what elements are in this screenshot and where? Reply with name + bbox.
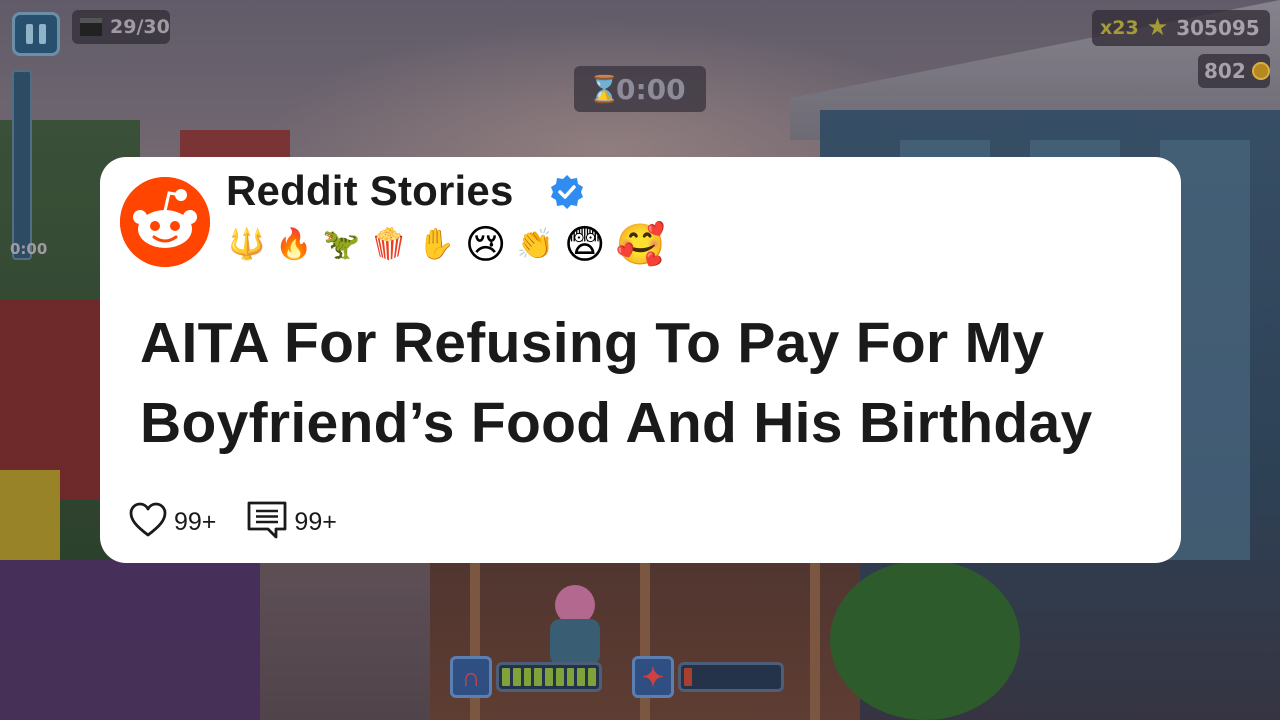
emoji: ✋ [417, 227, 455, 262]
like-button[interactable]: 99+ [128, 502, 216, 543]
powerup-bar-segment [566, 668, 575, 686]
timer-badge: ⌛ 0:00 [574, 66, 706, 112]
reddit-snoo-icon [120, 177, 210, 267]
emoji: 🔱 [228, 227, 266, 262]
powerup-bar-segment [577, 668, 586, 686]
emoji: 😢 [464, 222, 507, 268]
powerup-bar-segment [512, 668, 521, 686]
score-badge: x23 ★ 305095 [1092, 10, 1270, 46]
magnet-icon: ∩ [450, 656, 492, 698]
verified-badge-icon [549, 174, 585, 210]
powerup-bar [678, 662, 784, 692]
powerup-jetpack: ✦ [632, 656, 784, 698]
emoji: 🍿 [370, 227, 408, 262]
emoji: 👏 [516, 227, 554, 262]
pause-icon [39, 24, 46, 44]
coin-count: 802 [1204, 59, 1246, 83]
coin-icon [1251, 62, 1270, 80]
side-timer: 0:00 [10, 240, 47, 258]
score: 305095 [1176, 16, 1260, 40]
powerup-magnet: ∩ [450, 656, 602, 698]
channel-name: Reddit Stories [226, 167, 514, 214]
emoji: 🥰 [615, 222, 666, 268]
powerup-bar-segment [555, 668, 564, 686]
timer-text: 0:00 [616, 72, 686, 106]
comment-icon [246, 500, 288, 545]
clapperboard-icon [80, 18, 102, 36]
multiplier: x23 [1100, 17, 1139, 39]
heart-icon [128, 502, 168, 543]
pause-icon [26, 24, 33, 44]
powerup-bar-segment [545, 668, 553, 686]
comment-count: 99+ [294, 508, 337, 536]
side-meter [12, 70, 32, 260]
powerup-bar-segment [502, 668, 510, 686]
powerup-bar-segment [684, 668, 692, 686]
powerup-bar-segment [523, 668, 532, 686]
clips-count: 29/30 [110, 16, 170, 38]
emoji: 😨 [563, 222, 606, 268]
post-stats: 99+ 99+ [128, 500, 367, 545]
hourglass-icon: ⌛ [588, 74, 621, 104]
post-title: AITA For Refusing To Pay For My Boyfrien… [140, 311, 1093, 455]
like-count: 99+ [174, 508, 217, 536]
emoji: 🔥 [275, 227, 313, 262]
emoji-row: 🔱 🔥 🦖 🍿 ✋ 😢 👏 😨 🥰 [228, 221, 665, 269]
emoji: 🦖 [322, 227, 361, 262]
side-timer-text: 0:00 [10, 240, 48, 258]
reddit-post-card: Reddit Stories 🔱 🔥 🦖 🍿 ✋ 😢 👏 😨 🥰 AITA Fo… [100, 157, 1181, 563]
powerup-bar-segment [588, 668, 597, 686]
clips-counter: 29/30 [72, 10, 170, 44]
star-icon: ★ [1146, 14, 1169, 41]
pause-button[interactable] [12, 12, 60, 56]
powerup-bar [496, 662, 602, 692]
powerup-bar-segment [534, 668, 543, 686]
coin-badge: 802 [1198, 54, 1270, 88]
comment-button[interactable]: 99+ [246, 500, 337, 545]
jetpack-icon: ✦ [632, 656, 674, 698]
